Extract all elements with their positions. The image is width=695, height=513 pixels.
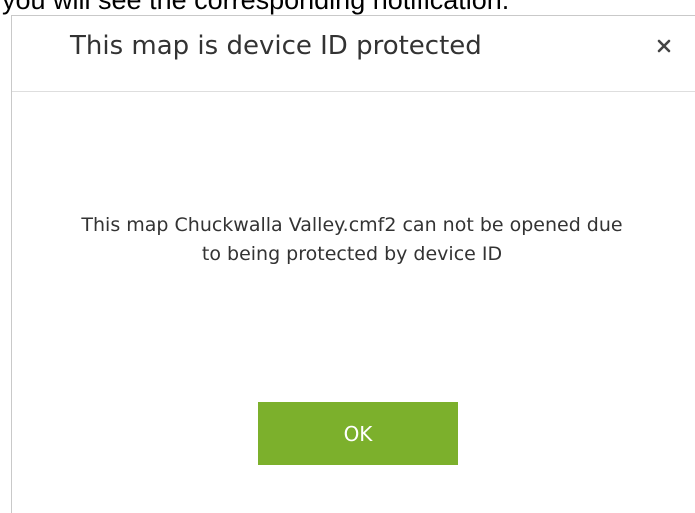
close-icon [656, 38, 672, 54]
dialog-header: This map is device ID protected [12, 16, 695, 92]
close-button[interactable] [652, 34, 676, 58]
dialog-title: This map is device ID protected [70, 31, 482, 61]
ok-button[interactable]: OK [258, 402, 458, 465]
screenshot-canvas: you will see the corresponding notificat… [0, 0, 695, 513]
dialog-body: This map Chuckwalla Valley.cmf2 can not … [12, 211, 692, 269]
device-id-protected-dialog: This map is device ID protected This map… [11, 15, 695, 513]
dialog-message: This map Chuckwalla Valley.cmf2 can not … [81, 214, 623, 265]
